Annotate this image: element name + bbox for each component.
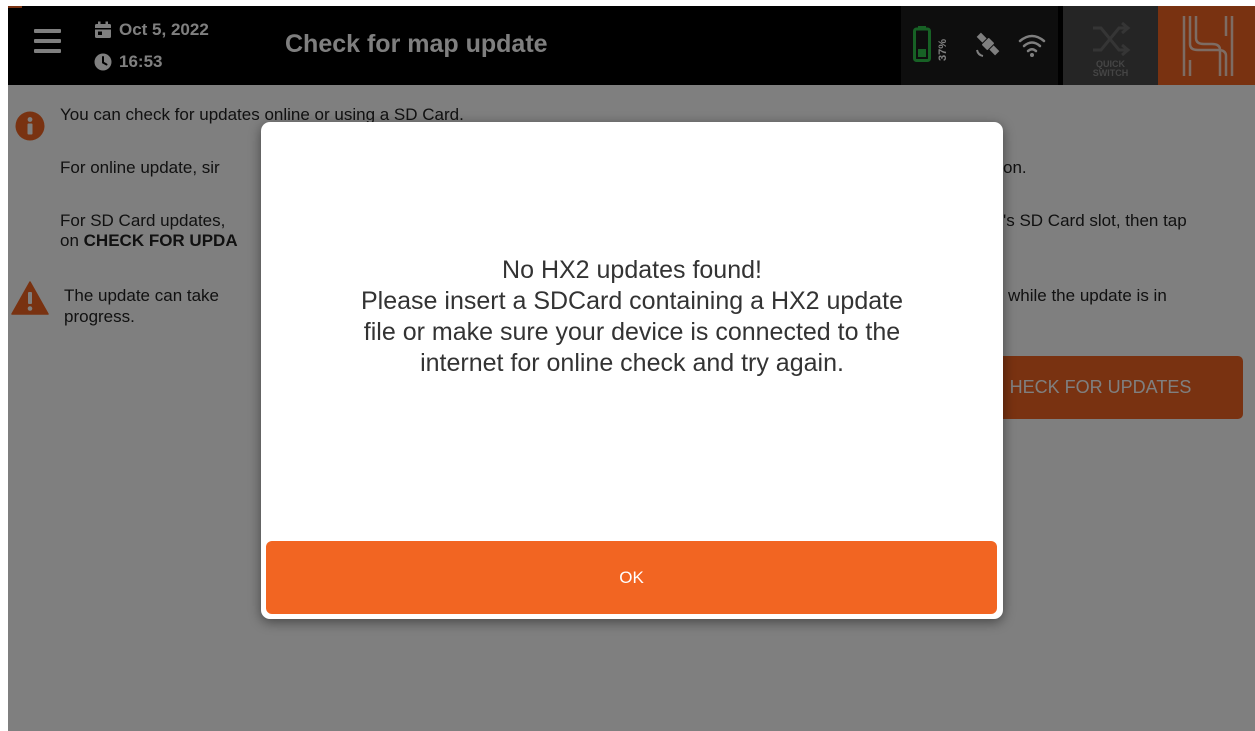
dialog-message-line: file or make sure your device is connect… bbox=[363, 318, 901, 346]
dialog-message: No HX2 updates found! Please insert a SD… bbox=[261, 255, 1003, 379]
ok-button[interactable]: OK bbox=[266, 541, 997, 614]
app-screen: Oct 5, 2022 16:53 Check for map update 3… bbox=[8, 6, 1255, 731]
no-updates-dialog: No HX2 updates found! Please insert a SD… bbox=[261, 122, 1003, 619]
dialog-message-line: internet for online check and try again. bbox=[420, 349, 844, 377]
dialog-message-line: Please insert a SDCard containing a HX2 … bbox=[361, 287, 903, 315]
dialog-message-line: No HX2 updates found! bbox=[502, 256, 762, 284]
